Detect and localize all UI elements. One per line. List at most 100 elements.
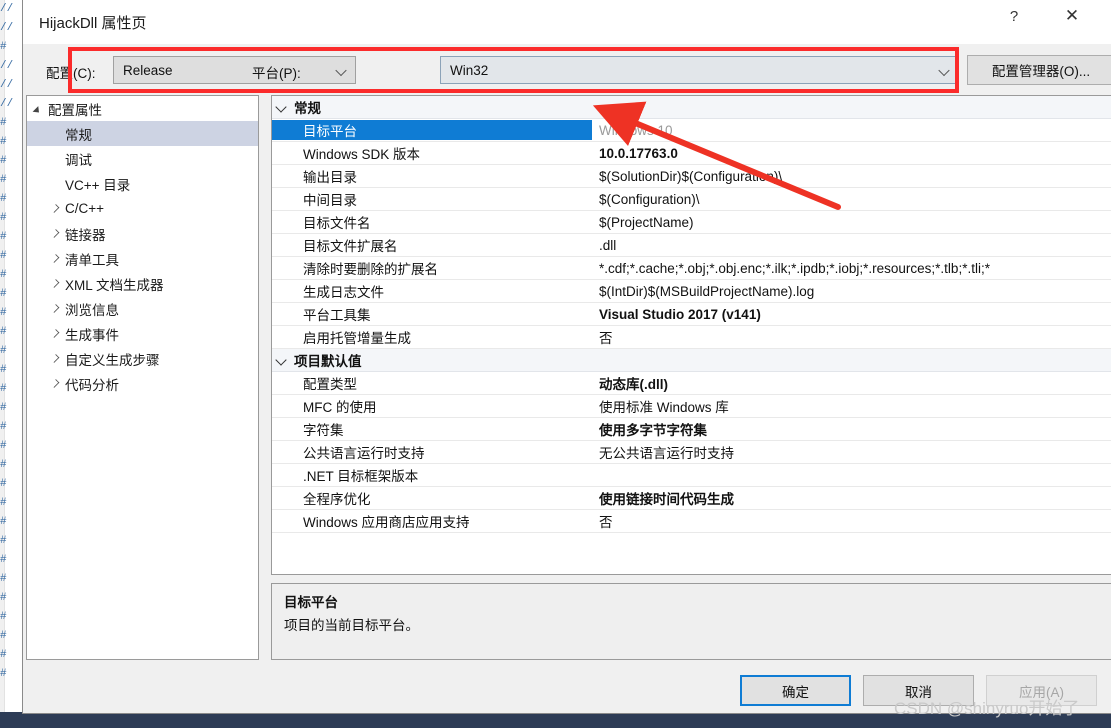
apply-button: 应用(A): [986, 675, 1097, 706]
property-row[interactable]: Windows 应用商店应用支持 否: [272, 510, 1111, 533]
property-row[interactable]: 清除时要删除的扩展名 *.cdf;*.cache;*.obj;*.obj.enc;…: [272, 257, 1111, 280]
property-value[interactable]: Visual Studio 2017 (v141): [592, 307, 1111, 322]
property-name: Windows SDK 版本: [303, 147, 421, 162]
property-value[interactable]: Windows 10: [592, 123, 1111, 138]
property-value[interactable]: $(IntDir)$(MSBuildProjectName).log: [592, 284, 1111, 299]
tree-item-8[interactable]: 浏览信息: [27, 296, 258, 321]
tree-item-5[interactable]: 链接器: [27, 221, 258, 246]
chevron-right-icon[interactable]: [49, 321, 65, 346]
property-row[interactable]: 启用托管增量生成 否: [272, 326, 1111, 349]
tree-item-6[interactable]: 清单工具: [27, 246, 258, 271]
property-value[interactable]: 否: [592, 511, 1111, 531]
property-value[interactable]: 10.0.17763.0: [592, 146, 1111, 161]
property-row[interactable]: 目标文件名 $(ProjectName): [272, 211, 1111, 234]
tree-item-7[interactable]: XML 文档生成器: [27, 271, 258, 296]
property-value[interactable]: $(SolutionDir)$(Configuration)\: [592, 169, 1111, 184]
chevron-right-icon[interactable]: [49, 196, 65, 221]
chevron-down-icon[interactable]: [277, 103, 287, 113]
property-row[interactable]: 配置类型 动态库(.dll): [272, 372, 1111, 395]
property-value[interactable]: *.cdf;*.cache;*.obj;*.obj.enc;*.ilk;*.ip…: [592, 261, 1111, 276]
property-value[interactable]: .dll: [592, 238, 1111, 253]
property-name: 目标文件名: [303, 216, 371, 231]
property-value[interactable]: 使用链接时间代码生成: [592, 488, 1111, 508]
property-name: 中间目录: [303, 193, 357, 208]
ok-button[interactable]: 确定: [740, 675, 851, 706]
tree-item-10[interactable]: 自定义生成步骤: [27, 346, 258, 371]
tree-item-label: 常规: [65, 127, 92, 143]
tree-item-label: 浏览信息: [65, 302, 119, 318]
tree-item-label: 调试: [65, 152, 92, 168]
chevron-right-icon[interactable]: [49, 246, 65, 271]
property-value[interactable]: $(ProjectName): [592, 215, 1111, 230]
chevron-right-icon[interactable]: [49, 221, 65, 246]
tree-item-label: VC++ 目录: [65, 177, 131, 193]
platform-combo[interactable]: Win32: [440, 56, 959, 84]
tree-item-2[interactable]: 调试: [27, 146, 258, 171]
tree-item-label: 自定义生成步骤: [65, 352, 160, 368]
vs-status-bar: [0, 712, 1111, 728]
property-row[interactable]: 输出目录 $(SolutionDir)$(Configuration)\: [272, 165, 1111, 188]
property-row[interactable]: Windows SDK 版本 10.0.17763.0: [272, 142, 1111, 165]
property-row[interactable]: 中间目录 $(Configuration)\: [272, 188, 1111, 211]
tree-item-0[interactable]: 配置属性: [27, 96, 258, 121]
tree-item-1[interactable]: 常规: [27, 121, 258, 146]
configuration-manager-button[interactable]: 配置管理器(O)...: [967, 55, 1111, 85]
chevron-right-icon[interactable]: [49, 296, 65, 321]
chevron-down-icon[interactable]: [32, 96, 48, 121]
property-row[interactable]: 字符集 使用多字节字符集: [272, 418, 1111, 441]
property-grid[interactable]: 常规目标平台 Windows 10 Windows SDK 版本 10.0.17763…: [271, 95, 1111, 575]
property-row[interactable]: 全程序优化 使用链接时间代码生成: [272, 487, 1111, 510]
chevron-down-icon: [337, 66, 346, 75]
property-name: 常规: [294, 101, 321, 116]
property-row[interactable]: 目标平台 Windows 10: [272, 119, 1111, 142]
property-name: 全程序优化: [303, 492, 371, 507]
tree-item-9[interactable]: 生成事件: [27, 321, 258, 346]
tree-item-label: C/C++: [65, 201, 105, 216]
property-name: 输出目录: [303, 170, 357, 185]
property-pages-dialog: HijackDll 属性页 ? ✕ 配置(C): Release 平台(P): …: [22, 0, 1111, 714]
tree-item-label: 链接器: [65, 227, 106, 243]
property-value[interactable]: $(Configuration)\: [592, 192, 1111, 207]
close-icon[interactable]: ✕: [1049, 0, 1095, 32]
property-name: 配置类型: [303, 377, 357, 392]
chevron-right-icon[interactable]: [49, 346, 65, 371]
property-name: Windows 应用商店应用支持: [303, 515, 470, 530]
cancel-button[interactable]: 取消: [863, 675, 974, 706]
help-icon[interactable]: ?: [991, 0, 1037, 32]
property-category-row[interactable]: 项目默认值: [272, 349, 1111, 372]
property-row[interactable]: MFC 的使用 使用标准 Windows 库: [272, 395, 1111, 418]
property-name: 平台工具集: [303, 308, 371, 323]
dialog-title: HijackDll 属性页: [39, 15, 147, 32]
chevron-right-icon[interactable]: [49, 271, 65, 296]
property-name: 目标文件扩展名: [303, 239, 398, 254]
tree-item-3[interactable]: VC++ 目录: [27, 171, 258, 196]
property-name: 清除时要删除的扩展名: [303, 262, 438, 277]
chevron-down-icon[interactable]: [277, 356, 287, 366]
property-row[interactable]: 公共语言运行时支持 无公共语言运行时支持: [272, 441, 1111, 464]
property-name: 生成日志文件: [303, 285, 384, 300]
property-row[interactable]: 平台工具集 Visual Studio 2017 (v141): [272, 303, 1111, 326]
tree-item-11[interactable]: 代码分析: [27, 371, 258, 396]
configuration-combo-value: Release: [123, 62, 173, 78]
property-value[interactable]: 无公共语言运行时支持: [592, 442, 1111, 462]
property-name: 启用托管增量生成: [303, 331, 411, 346]
property-value[interactable]: 使用标准 Windows 库: [592, 396, 1111, 416]
description-body: 项目的当前目标平台。: [284, 618, 419, 633]
property-value[interactable]: 动态库(.dll): [592, 373, 1111, 393]
chevron-right-icon[interactable]: [49, 371, 65, 396]
tree-item-4[interactable]: C/C++: [27, 196, 258, 221]
tree-item-label: 清单工具: [65, 252, 119, 268]
tree-item-label: 配置属性: [48, 102, 102, 118]
property-row[interactable]: 生成日志文件 $(IntDir)$(MSBuildProjectName).log: [272, 280, 1111, 303]
property-name: 项目默认值: [294, 354, 362, 369]
property-row[interactable]: 目标文件扩展名 .dll: [272, 234, 1111, 257]
property-value[interactable]: 否: [592, 327, 1111, 347]
configuration-tree[interactable]: 配置属性常规调试 VC++ 目录 C/C++ 链接器清单工具 XML 文档生成器浏览信息…: [26, 95, 259, 660]
chevron-down-icon: [940, 66, 949, 75]
property-value[interactable]: 使用多字节字符集: [592, 419, 1111, 439]
property-row[interactable]: .NET 目标框架版本: [272, 464, 1111, 487]
property-category-row[interactable]: 常规: [272, 96, 1111, 119]
configuration-combo[interactable]: Release: [113, 56, 356, 84]
